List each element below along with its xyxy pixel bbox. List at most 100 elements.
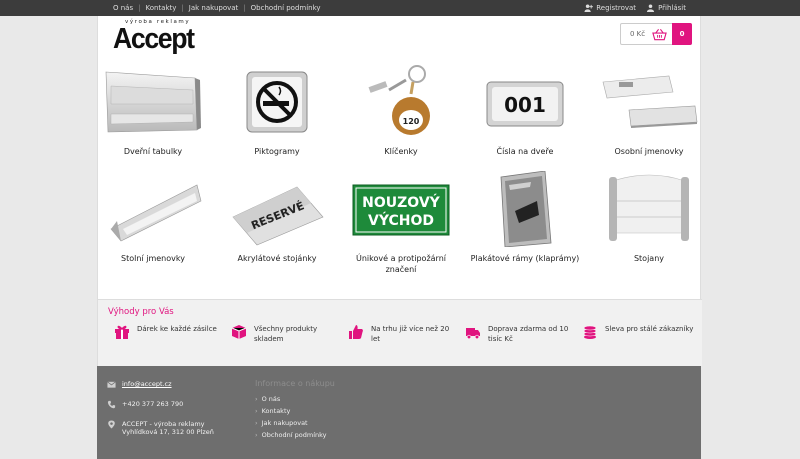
top-nav: O nás | Kontakty | Jak nakupovat | Obcho… [113,4,321,12]
logo[interactable]: výroba reklamy Accept [113,19,203,57]
table-name-tent-image [103,171,203,247]
footer-info-title: Informace o nákupu [255,379,335,388]
top-bar: O nás | Kontakty | Jak nakupovat | Obcho… [0,0,800,16]
benefits-section: Výhody pro Vás Dárek ke každé zásilce Vš… [98,299,702,366]
map-pin-icon [108,420,115,429]
chevron-right-icon: › [255,395,258,403]
benefits-title: Výhody pro Vás [108,307,174,317]
svg-text:VÝCHOD: VÝCHOD [368,211,434,229]
coins-icon [583,325,597,339]
category-table-name-tents[interactable]: Stolní jmenovky [94,171,212,264]
category-label: Akrylátové stojánky [237,254,317,263]
category-label: Únikové a protipožární značení [356,254,446,274]
benefit-text: Na trhu již více než 20 let [371,325,450,343]
category-label: Plakátové rámy (klaprámy) [470,254,580,263]
chevron-right-icon: › [255,407,258,415]
address-line-2: Vyhlídková 17, 312 00 Plzeň [122,428,214,436]
account-links: Registrovat Přihlásit [584,4,686,12]
category-label: Stojany [633,254,665,263]
top-link-how-to-buy[interactable]: Jak nakupovat [189,4,239,12]
footer-link-label: O nás [261,395,281,403]
category-poster-frames[interactable]: Plakátové rámy (klaprámy) [466,170,584,264]
svg-text:NOUZOVÝ: NOUZOVÝ [362,193,440,211]
truck-icon [466,328,480,340]
logo-wordmark: Accept [113,23,195,55]
svg-text:120: 120 [403,117,420,126]
footer-info-column: Informace o nákupu › O nás › Kontakty › Jak… [255,379,335,443]
benefit-text: Dárek ke každé zásilce [137,325,217,333]
box-icon [231,325,247,339]
footer-email: info@accept.cz [107,380,172,389]
user-add-icon [584,4,594,12]
benefit-item: Sleva pro stálé zákazníky [582,324,694,340]
category-label: Stolní jmenovky [121,254,185,263]
cart-count: 0 [672,23,692,45]
main-content: výroba reklamy Accept 0 Kč 0 Dveřní tabu [94,16,702,366]
footer-link-label: Kontakty [261,407,291,415]
separator: | [138,4,141,12]
login-label: Přihlásit [658,4,686,12]
register-link[interactable]: Registrovat [584,4,636,12]
category-pictograms[interactable]: Piktogramy [218,64,336,157]
footer-phone: +420 377 263 790 [107,400,183,409]
cart-widget[interactable]: 0 Kč 0 [620,23,692,45]
register-label: Registrovat [596,4,637,12]
footer-link[interactable]: › O nás [255,395,335,403]
email-link[interactable]: info@accept.cz [122,380,172,388]
stand-image [599,171,699,247]
category-door-signs[interactable]: Dveřní tabulky [94,64,212,157]
phone-number: +420 377 263 790 [122,400,184,408]
benefit-text: Sleva pro stálé zákazníky [605,325,694,333]
category-label: Dveřní tabulky [123,147,183,156]
category-label: Čísla na dveře [496,147,554,156]
chevron-right-icon: › [255,431,258,439]
login-link[interactable]: Přihlásit [646,4,686,12]
name-badge-image [599,64,699,140]
footer: info@accept.cz +420 377 263 790 ACCEPT -… [97,366,701,459]
keychain-image: 120 [351,64,451,140]
benefit-text: Doprava zdarma od 10 tisíc Kč [488,325,569,343]
basket-icon [652,28,667,40]
benefit-item: Doprava zdarma od 10 tisíc Kč [465,324,577,344]
category-door-numbers[interactable]: 001 Čísla na dveře [466,64,584,157]
footer-link[interactable]: › Jak nakupovat [255,419,335,427]
footer-link[interactable]: › Kontakty [255,407,335,415]
acrylic-stand-image: RESERVÉ [227,171,327,247]
chevron-right-icon: › [255,419,258,427]
door-number-image: 001 [475,64,575,140]
category-label: Osobní jmenovky [614,147,684,156]
door-sign-image [103,64,203,140]
category-label: Piktogramy [254,147,300,156]
phone-icon [107,400,116,409]
category-keychains[interactable]: 120 Klíčenky [342,64,460,157]
separator: | [243,4,246,12]
address-block: ACCEPT - výroba reklamy Vyhlídková 17, 3… [122,420,214,436]
emergency-exit-sign-image: NOUZOVÝ VÝCHOD [351,171,451,247]
category-stands[interactable]: Stojany [590,171,708,264]
address-line-1: ACCEPT - výroba reklamy [122,420,205,428]
footer-link-label: Obchodní podmínky [261,431,327,439]
separator: | [181,4,184,12]
gift-icon [115,325,129,339]
category-label: Klíčenky [384,147,418,156]
poster-frame-image [475,170,575,248]
category-name-badges[interactable]: Osobní jmenovky [590,64,708,157]
top-link-terms[interactable]: Obchodní podmínky [251,4,321,12]
pictogram-image [227,64,327,140]
footer-link[interactable]: › Obchodní podmínky [255,431,335,439]
benefit-text: Všechny produkty skladem [254,325,318,343]
benefit-item: Na trhu již více než 20 let [348,324,460,344]
footer-address: ACCEPT - výroba reklamy Vyhlídková 17, 3… [107,420,214,436]
thumbs-up-icon [349,325,363,339]
top-link-contacts[interactable]: Kontakty [145,4,176,12]
footer-link-label: Jak nakupovat [261,419,308,427]
cart-amount: 0 Kč [630,30,646,38]
benefit-item: Dárek ke každé zásilce [114,324,226,340]
benefit-item: Všechny produkty skladem [231,324,343,344]
top-link-about[interactable]: O nás [113,4,133,12]
category-acrylic-stands[interactable]: RESERVÉ Akrylátové stojánky [218,171,336,264]
svg-text:001: 001 [504,93,546,117]
user-icon [647,4,655,12]
envelope-icon [107,381,116,388]
category-emergency-signs[interactable]: NOUZOVÝ VÝCHOD Únikové a protipožární zn… [342,171,460,275]
